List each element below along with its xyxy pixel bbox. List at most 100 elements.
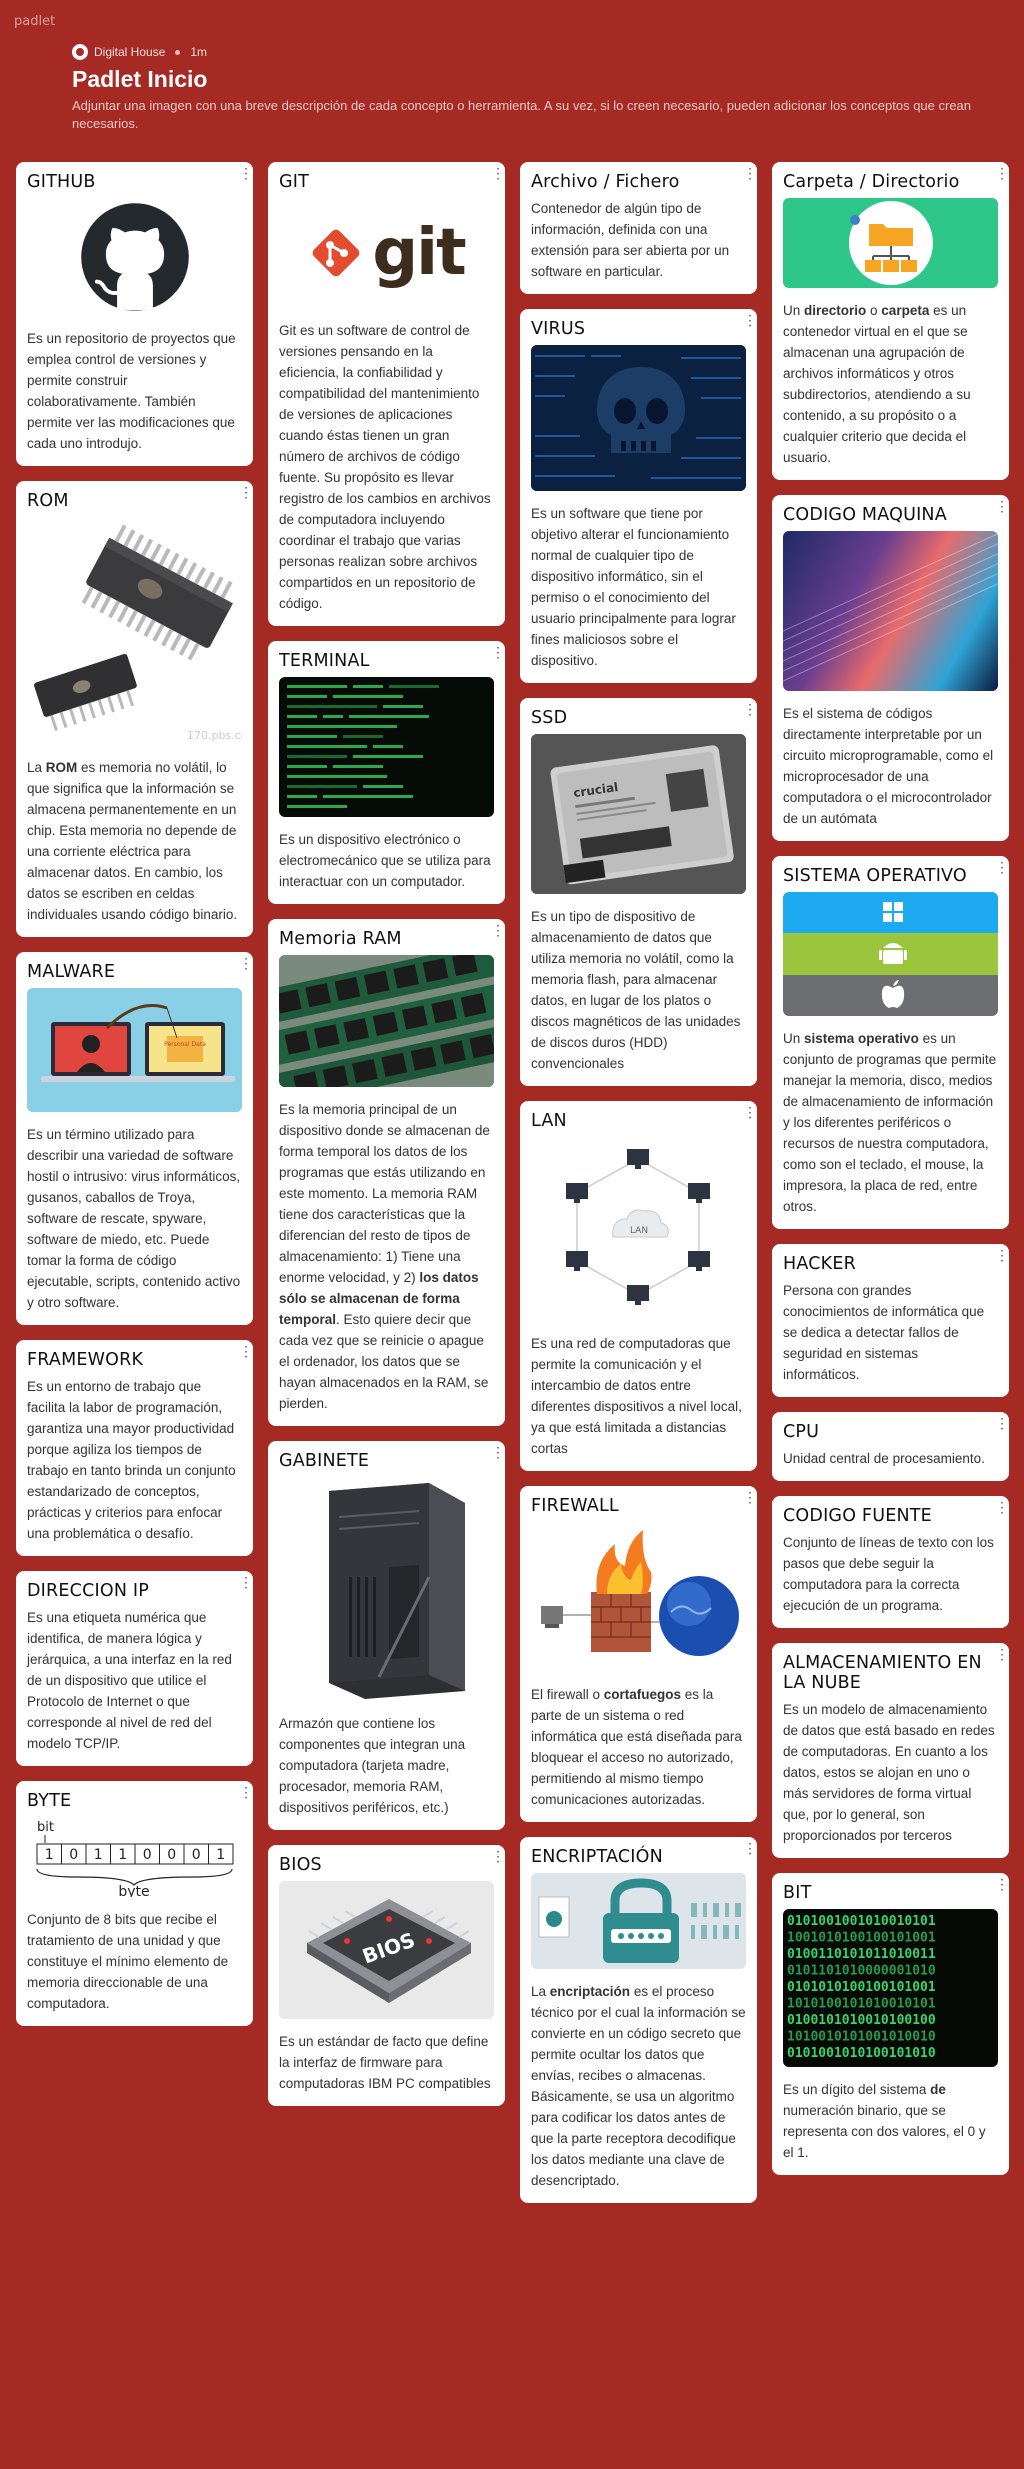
bit-value: 0 xyxy=(192,1847,201,1863)
post-card-github[interactable]: ⋮ GITHUB Es un repositorio de proyectos … xyxy=(16,162,253,466)
page-title: Padlet Inicio xyxy=(72,66,208,92)
more-options-icon[interactable]: ⋮ xyxy=(995,1647,1009,1661)
post-card-virus[interactable]: ⋮ VIRUS Es un software que tiene por obj… xyxy=(520,309,757,683)
more-options-icon[interactable]: ⋮ xyxy=(239,485,253,499)
more-options-icon[interactable]: ⋮ xyxy=(491,1445,505,1459)
post-body: El firewall o cortafuegos es la parte de… xyxy=(531,1687,742,1807)
bit-value: 1 xyxy=(118,1847,127,1863)
post-card-byte[interactable]: ⋮ BYTE bit 10110001 byte Conjunto de 8 b… xyxy=(16,1781,253,2026)
post-card-git[interactable]: ⋮ GIT git Git es un software de control … xyxy=(268,162,505,626)
post-title: BIT xyxy=(783,1883,812,1903)
more-options-icon[interactable]: ⋮ xyxy=(239,1785,253,1799)
ram-module-icon xyxy=(279,955,494,1087)
more-options-icon[interactable]: ⋮ xyxy=(995,499,1009,513)
post-card-ssd[interactable]: ⋮ SSD crucial Es un tipo de dispositivo … xyxy=(520,698,757,1086)
post-title: DIRECCION IP xyxy=(27,1581,149,1601)
more-options-icon[interactable]: ⋮ xyxy=(743,702,757,716)
post-card-sistema-operativo[interactable]: ⋮ SISTEMA OPERATIVO Un sistema operativo… xyxy=(772,856,1009,1229)
padlet-logo[interactable]: padlet xyxy=(14,14,55,29)
image-label: Personal Data xyxy=(164,1041,206,1048)
post-card-archivo[interactable]: ⋮ Archivo / Fichero Contenedor de algún … xyxy=(520,162,757,294)
post-card-malware[interactable]: ⋮ MALWARE Personal Data Es un término ut… xyxy=(16,952,253,1325)
post-card-gabinete[interactable]: ⋮ GABINETE Armazón que contiene los comp… xyxy=(268,1441,505,1830)
author-avatar[interactable] xyxy=(72,44,88,60)
post-body: La ROM es memoria no volátil, lo que sig… xyxy=(27,760,238,922)
post-title: ENCRIPTACIÓN xyxy=(531,1847,663,1867)
more-options-icon[interactable]: ⋮ xyxy=(995,1500,1009,1514)
post-card-cpu[interactable]: ⋮ CPU Unidad central de procesamiento. xyxy=(772,1412,1009,1481)
more-options-icon[interactable]: ⋮ xyxy=(743,1105,757,1119)
more-options-icon[interactable]: ⋮ xyxy=(239,1575,253,1589)
post-card-encriptacion[interactable]: ⋮ ENCRIPTACIÓN La encriptación es el pro… xyxy=(520,1837,757,2203)
column-2: ⋮ GIT git Git es un software de control … xyxy=(268,162,505,2121)
bit-value: 1 xyxy=(216,1847,225,1863)
post-card-bit[interactable]: ⋮ BIT 0101001001010010101 100101010010010… xyxy=(772,1873,1009,2175)
terminal-screen-icon xyxy=(279,677,494,817)
post-card-codigo-maquina[interactable]: ⋮ CODIGO MAQUINA Es el sistema de código… xyxy=(772,495,1009,841)
binary-row: 0101001010100101010 xyxy=(787,2046,936,2061)
post-title: CODIGO MAQUINA xyxy=(783,505,947,525)
post-card-almacenamiento-nube[interactable]: ⋮ ALMACENAMIENTO EN LA NUBE Es un modelo… xyxy=(772,1643,1009,1858)
post-title: GIT xyxy=(279,172,310,192)
post-card-hacker[interactable]: ⋮ HACKER Persona con grandes conocimient… xyxy=(772,1244,1009,1397)
more-options-icon[interactable]: ⋮ xyxy=(743,1490,757,1504)
post-title: LAN xyxy=(531,1111,567,1131)
more-options-icon[interactable]: ⋮ xyxy=(239,956,253,970)
post-card-bios[interactable]: ⋮ BIOS BIOS Es un estándar de facto que … xyxy=(268,1845,505,2106)
more-options-icon[interactable]: ⋮ xyxy=(743,313,757,327)
post-body: Armazón que contiene los componentes que… xyxy=(279,1716,466,1815)
post-card-carpeta[interactable]: ⋮ Carpeta / Directorio Un directorio o c… xyxy=(772,162,1009,480)
post-card-lan[interactable]: ⋮ LAN LAN Es una red de computadoras que… xyxy=(520,1101,757,1471)
pc-case-icon xyxy=(279,1477,494,1701)
post-card-memoria-ram[interactable]: ⋮ Memoria RAM Es la memoria principal de… xyxy=(268,919,505,1426)
more-options-icon[interactable]: ⋮ xyxy=(995,1877,1009,1891)
post-card-framework[interactable]: ⋮ FRAMEWORK Es un entorno de trabajo que… xyxy=(16,1340,253,1556)
more-options-icon[interactable]: ⋮ xyxy=(995,166,1009,180)
post-body: Contenedor de algún tipo de información,… xyxy=(531,201,730,279)
post-card-direccion-ip[interactable]: ⋮ DIRECCION IP Es una etiqueta numérica … xyxy=(16,1571,253,1766)
byte-diagram: bit 10110001 byte xyxy=(27,1817,242,1897)
post-card-codigo-fuente[interactable]: ⋮ CODIGO FUENTE Conjunto de líneas de te… xyxy=(772,1496,1009,1628)
more-options-icon[interactable]: ⋮ xyxy=(995,860,1009,874)
lan-network-icon: LAN xyxy=(531,1137,746,1321)
post-body: Es un modelo de almacenamiento de datos … xyxy=(783,1702,995,1843)
post-card-terminal[interactable]: ⋮ TERMINAL Es un dispositivo electrónico… xyxy=(268,641,505,904)
more-options-icon[interactable]: ⋮ xyxy=(239,1344,253,1358)
bit-value: 1 xyxy=(45,1847,54,1863)
more-options-icon[interactable]: ⋮ xyxy=(995,1416,1009,1430)
post-card-firewall[interactable]: ⋮ FIREWALL El firewall o cortafuegos es … xyxy=(520,1486,757,1822)
post-body: Es un entorno de trabajo que facilita la… xyxy=(27,1379,236,1541)
more-options-icon[interactable]: ⋮ xyxy=(491,645,505,659)
post-body: Es un término utilizado para describir u… xyxy=(27,1127,241,1310)
encryption-lock-icon xyxy=(531,1873,746,1969)
image-watermark: 170.pbs.com xyxy=(187,729,242,742)
more-options-icon[interactable]: ⋮ xyxy=(491,923,505,937)
post-body: Es un repositorio de proyectos que emple… xyxy=(27,331,236,451)
binary-row: 0101101010000001010 xyxy=(787,1964,936,1979)
author-meta: Digital House 1m xyxy=(72,44,972,60)
more-options-icon[interactable]: ⋮ xyxy=(743,166,757,180)
post-body: Git es un software de control de version… xyxy=(279,323,491,611)
post-body: Es un dispositivo electrónico o electrom… xyxy=(279,832,491,889)
more-options-icon[interactable]: ⋮ xyxy=(995,1248,1009,1262)
malware-illustration-icon: Personal Data xyxy=(27,988,242,1112)
post-title: ROM xyxy=(27,491,69,511)
more-options-icon[interactable]: ⋮ xyxy=(743,1841,757,1855)
bit-label: bit xyxy=(37,1820,54,1835)
post-time: 1m xyxy=(190,45,208,59)
post-card-rom[interactable]: ⋮ ROM 170.pbs.c La ROM es memoria no vol… xyxy=(16,481,253,937)
binary-row: 0101010100100101001 xyxy=(787,1980,936,1995)
post-title: FRAMEWORK xyxy=(27,1350,144,1370)
more-options-icon[interactable]: ⋮ xyxy=(491,1849,505,1863)
post-title: MALWARE xyxy=(27,962,116,982)
post-title: Memoria RAM xyxy=(279,929,402,949)
more-options-icon[interactable]: ⋮ xyxy=(491,166,505,180)
author-name[interactable]: Digital House xyxy=(94,45,165,59)
post-title: CODIGO FUENTE xyxy=(783,1506,932,1526)
bit-value: 0 xyxy=(69,1847,78,1863)
post-body: Conjunto de líneas de texto con los paso… xyxy=(783,1535,994,1613)
post-body: Unidad central de procesamiento. xyxy=(783,1451,985,1466)
more-options-icon[interactable]: ⋮ xyxy=(239,166,253,180)
binary-row: 1010100101010010101 xyxy=(787,1997,936,2012)
cloud-label: LAN xyxy=(630,1226,648,1236)
